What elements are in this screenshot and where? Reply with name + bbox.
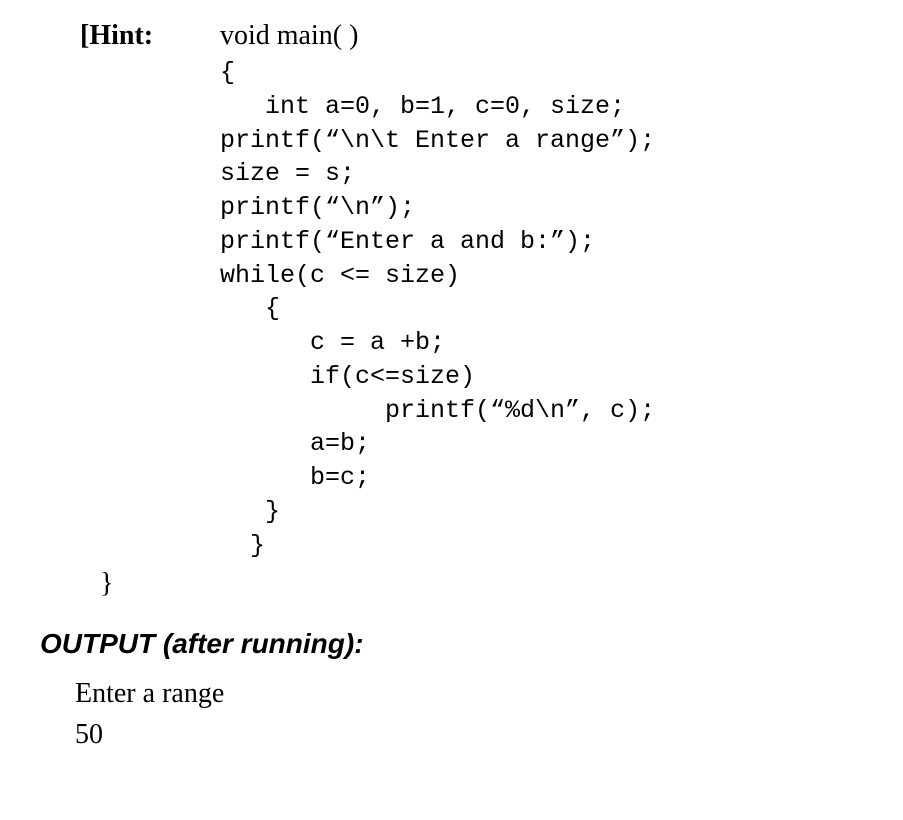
output-line: 50 [75,715,873,756]
hint-label: [Hint: [80,20,220,52]
closing-brace: } [100,568,873,600]
output-block: Enter a range 50 [75,674,873,755]
hint-row: [Hint: void main( ) [30,20,873,52]
output-line: Enter a range [75,674,873,715]
code-block: { int a=0, b=1, c=0, size; printf(“\n\t … [220,56,873,562]
function-signature: void main( ) [220,20,358,52]
output-heading: OUTPUT (after running): [40,628,873,660]
